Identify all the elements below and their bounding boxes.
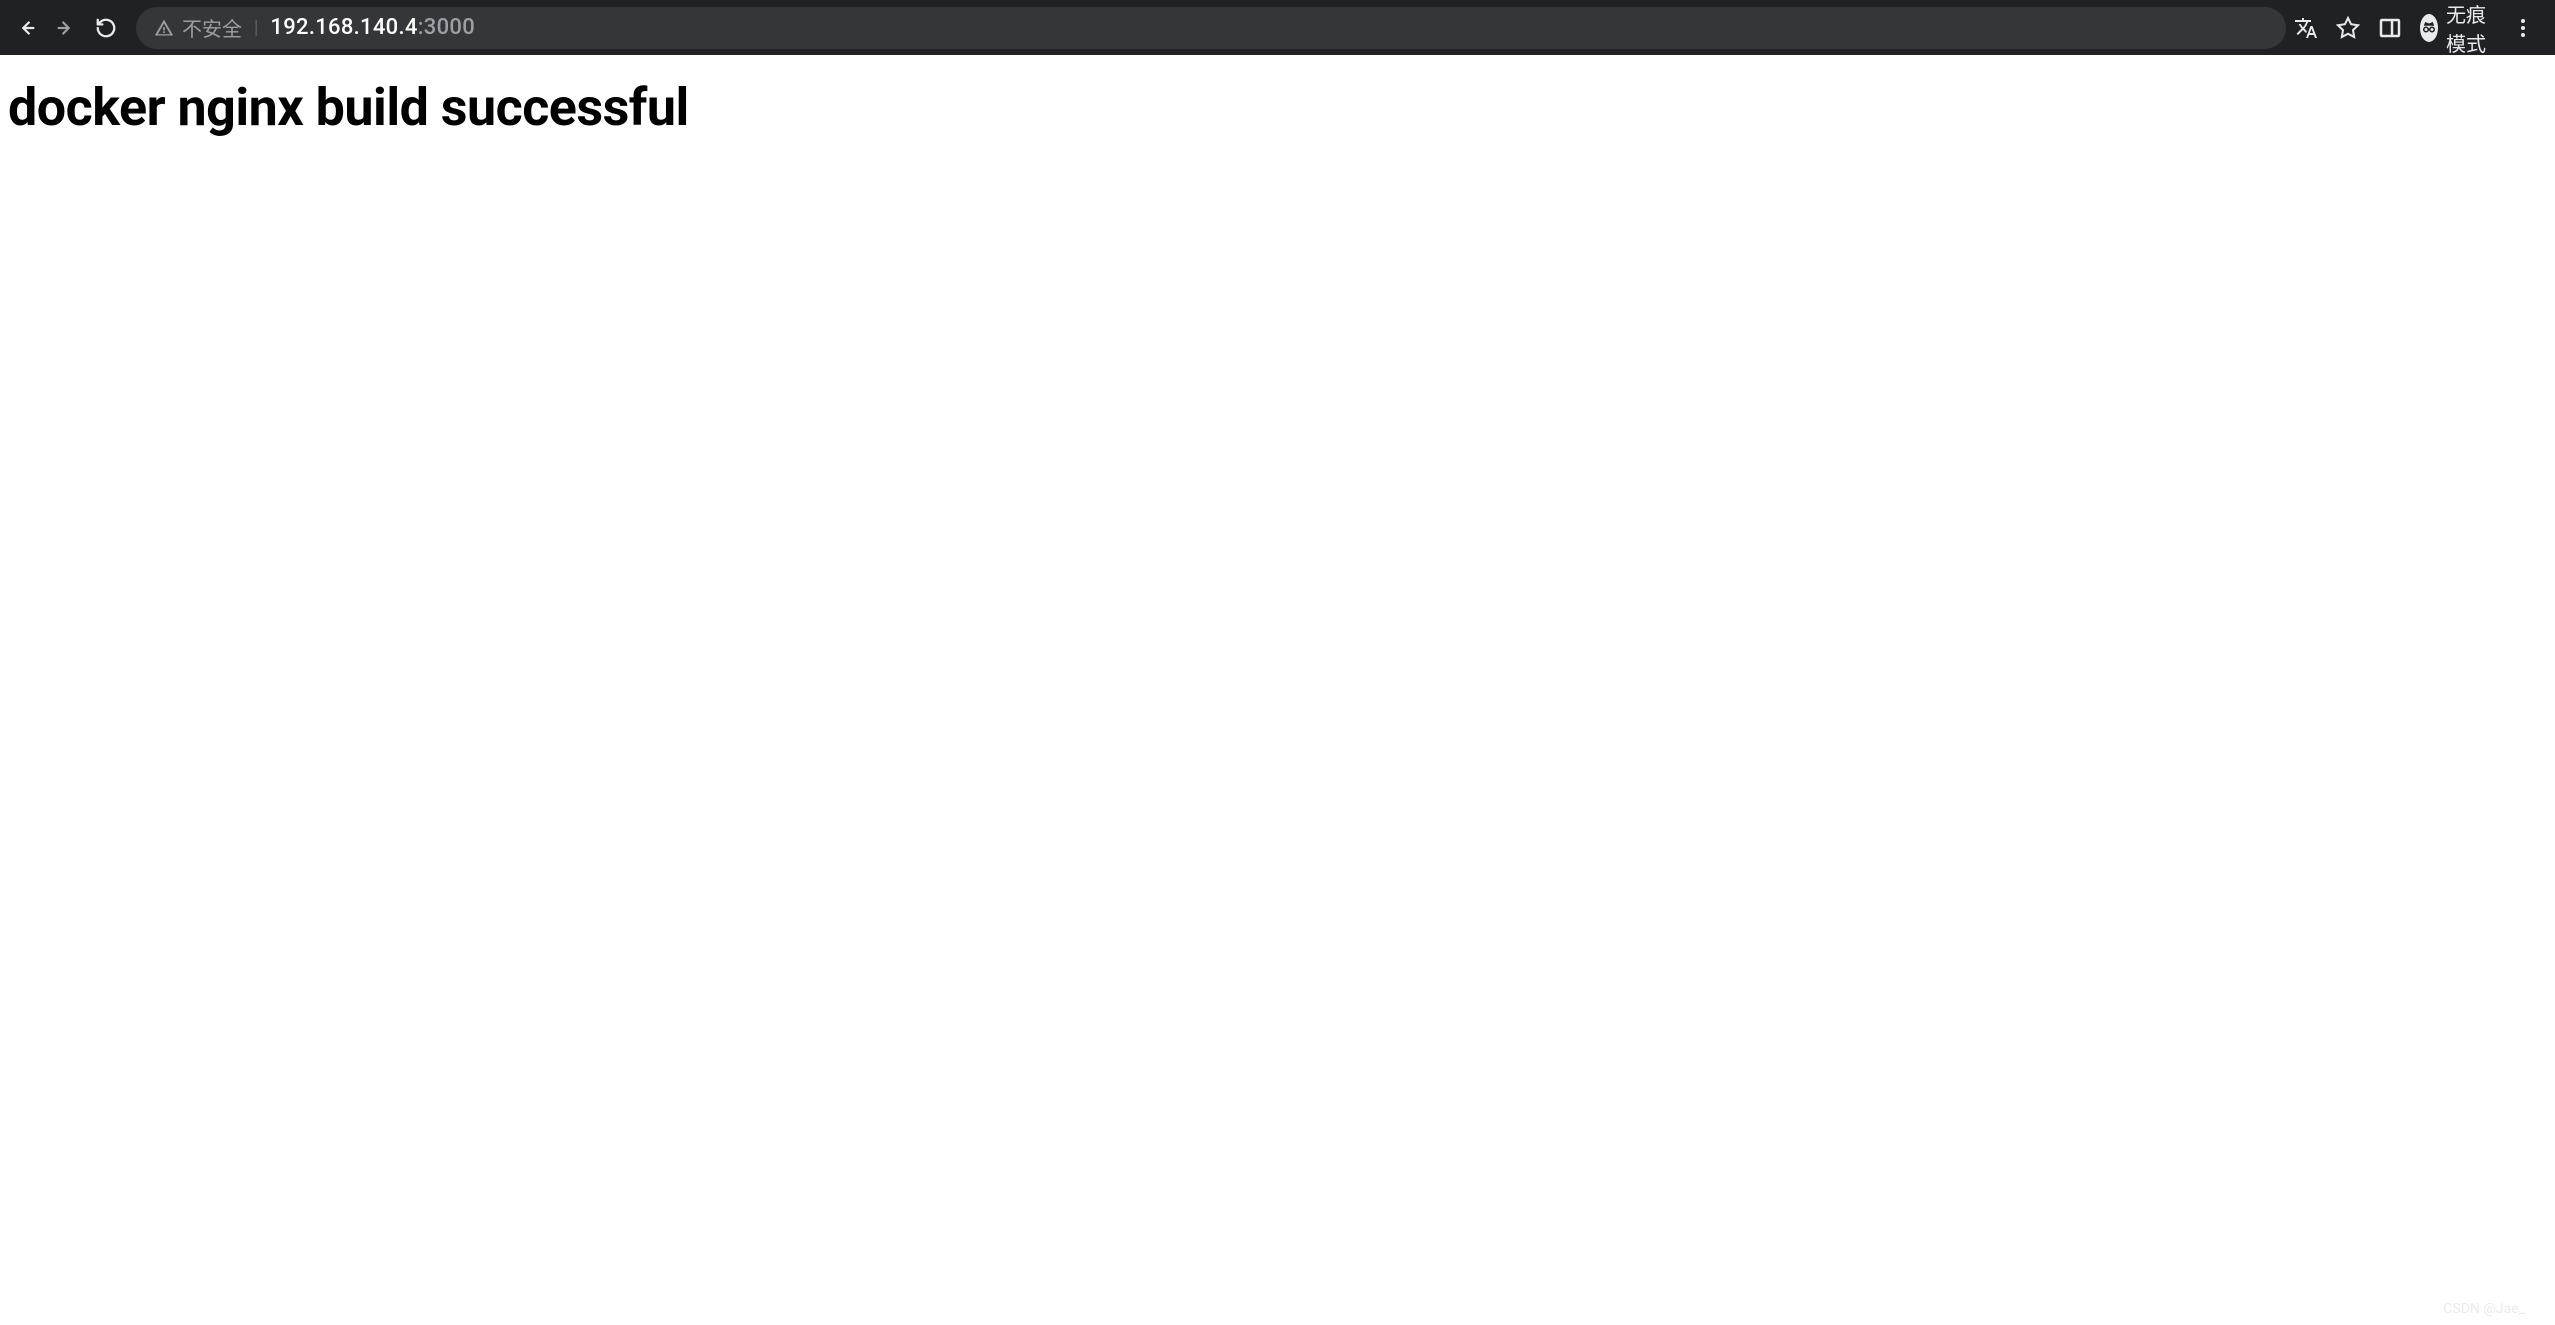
sidepanel-button[interactable] [2378, 16, 2402, 40]
translate-button[interactable] [2294, 16, 2318, 40]
incognito-icon [2420, 19, 2438, 37]
reload-icon [95, 17, 117, 39]
sidepanel-icon [2378, 16, 2402, 40]
url-host: 192.168.140.4 [270, 15, 417, 40]
forward-button[interactable] [52, 14, 80, 42]
star-icon [2336, 16, 2360, 40]
reload-button[interactable] [92, 14, 120, 42]
nav-button-group [12, 14, 120, 42]
dots-vertical-icon [2511, 16, 2535, 40]
arrow-left-icon [15, 17, 37, 39]
profile-label: 无痕模式 [2446, 0, 2493, 57]
security-indicator[interactable]: 不安全 [154, 13, 242, 42]
profile-badge[interactable]: 无痕模式 [2420, 0, 2493, 57]
address-divider: | [254, 17, 258, 38]
back-button[interactable] [12, 14, 40, 42]
watermark: CSDN @Jae_ [2443, 1301, 2525, 1317]
address-bar[interactable]: 不安全 | 192.168.140.4:3000 [136, 7, 2286, 49]
browser-right-controls: 无痕模式 [2294, 0, 2543, 57]
browser-toolbar: 不安全 | 192.168.140.4:3000 [0, 0, 2555, 55]
page-viewport: docker nginx build successful [0, 55, 2555, 160]
menu-button[interactable] [2511, 16, 2535, 40]
bookmark-button[interactable] [2336, 16, 2360, 40]
url-port: :3000 [418, 15, 475, 40]
url-display: 192.168.140.4:3000 [270, 15, 475, 40]
translate-icon [2294, 16, 2318, 40]
arrow-right-icon [55, 17, 77, 39]
security-label: 不安全 [182, 13, 242, 42]
page-heading: docker nginx build successful [8, 77, 2547, 138]
incognito-avatar [2420, 14, 2438, 42]
warning-triangle-icon [154, 18, 174, 38]
